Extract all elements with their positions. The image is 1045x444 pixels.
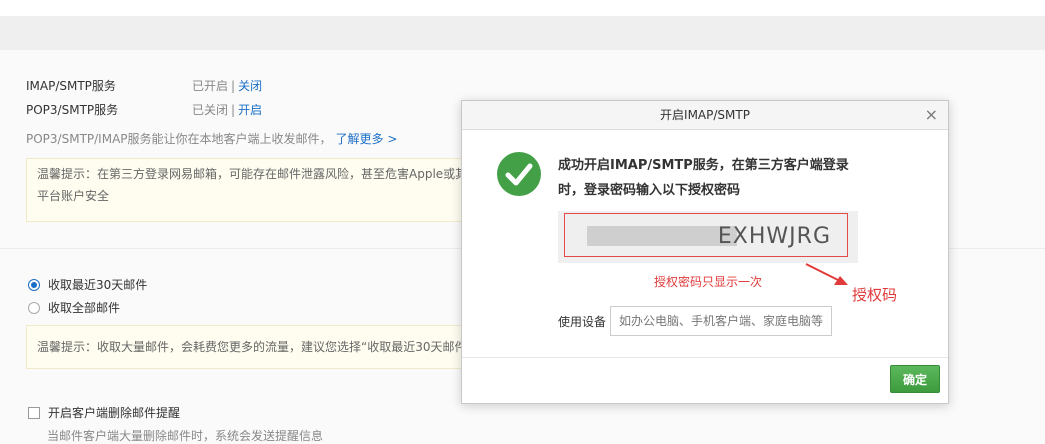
security-tip-line1: 温馨提示：在第三方登录网易邮箱，可能存在邮件泄露风险，甚至危害Apple或其 [37,167,468,181]
security-tip: 温馨提示：在第三方登录网易邮箱，可能存在邮件泄露风险，甚至危害Apple或其 平… [26,158,476,222]
auth-code-box: EXHWJRG [564,213,848,257]
imap-close-link[interactable]: 关闭 [238,79,262,93]
dialog-header: 开启IMAP/SMTP × [462,101,948,130]
success-message: 成功开启IMAP/SMTP服务，在第三方客户端登录时，登录密码输入以下授权密码 [558,158,849,198]
imap-dialog: 开启IMAP/SMTP × 成功开启IMAP/SMTP服务，在第三方客户端登录时… [461,100,949,404]
imap-service-label: IMAP/SMTP服务 [26,79,116,93]
delete-alert-option[interactable]: 开启客户端删除邮件提醒 [28,404,180,421]
auth-code-area: EXHWJRG [558,211,858,263]
radio-30days[interactable] [28,278,40,291]
confirm-button[interactable]: 确定 [890,365,940,393]
pop3-status-text: 已关闭 [192,103,229,117]
annotation-arrow-icon [805,263,848,285]
code-once-note: 授权密码只显示一次 [654,275,763,289]
dialog-footer-divider [462,357,948,358]
receive-option-30days-label: 收取最近30天邮件 [48,278,148,292]
dialog-title: 开启IMAP/SMTP [660,108,750,122]
delete-alert-label: 开启客户端删除邮件提醒 [48,406,181,420]
separator: | [231,79,236,93]
imap-service-row: IMAP/SMTP服务 已开启 | 关闭 [26,77,262,94]
learn-more-link[interactable]: 了解更多 > [336,132,398,146]
auth-code-blur [587,226,737,246]
pop3-status: 已关闭 | 开启 [192,101,262,118]
close-icon[interactable]: × [925,101,938,129]
security-tip-line2: 平台账户安全 [37,189,110,203]
delete-alert-checkbox[interactable] [28,406,40,419]
pop3-service-label: POP3/SMTP服务 [26,103,119,117]
delete-alert-hint: 当邮件客户端大量删除邮件时，系统会发送提醒信息 [47,429,324,443]
radio-all[interactable] [28,301,40,314]
traffic-tip-text: 温馨提示：收取大量邮件，会耗费您更多的流量，建议您选择“收取最近30天邮件 [37,340,467,354]
separator: | [231,103,236,117]
auth-code-annotation: 授权码 [852,286,898,304]
pop3-open-link[interactable]: 开启 [238,103,262,117]
receive-option-all-label: 收取全部邮件 [48,301,121,315]
receive-option-all[interactable]: 收取全部邮件 [28,299,120,316]
device-label: 使用设备 [558,315,607,329]
top-bar [0,0,1045,16]
traffic-tip: 温馨提示：收取大量邮件，会耗费您更多的流量，建议您选择“收取最近30天邮件 [26,325,476,369]
imap-status: 已开启 | 关闭 [192,77,262,94]
success-check-icon [497,152,541,196]
device-input[interactable] [610,306,832,336]
imap-status-text: 已开启 [192,79,229,93]
receive-option-30days[interactable]: 收取最近30天邮件 [28,276,147,293]
service-description: POP3/SMTP/IMAP服务能让你在本地客户端上收发邮件， 了解更多 > [26,130,397,147]
auth-code: EXHWJRG [717,224,831,249]
header-band [0,16,1045,50]
pop3-service-row: POP3/SMTP服务 已关闭 | 开启 [26,101,262,118]
description-text: POP3/SMTP/IMAP服务能让你在本地客户端上收发邮件， [26,132,332,146]
